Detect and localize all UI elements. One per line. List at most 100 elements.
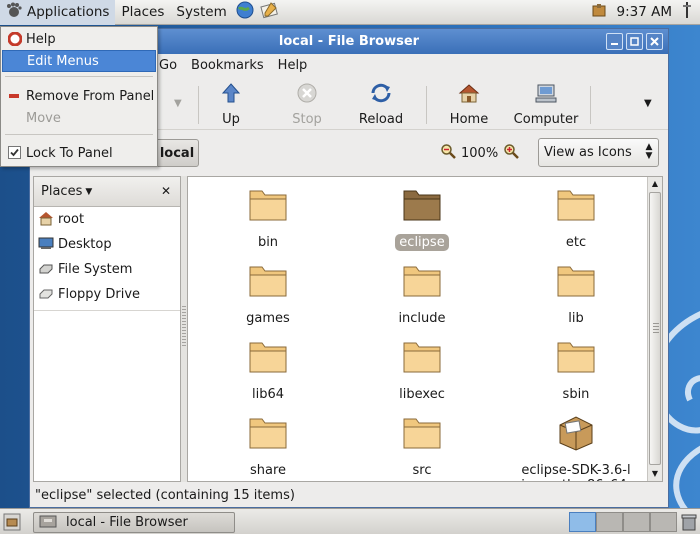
- clock[interactable]: 9:37 AM: [617, 4, 673, 20]
- file-item-src[interactable]: src: [357, 413, 487, 481]
- status-text: "eclipse" selected (containing 15 items): [35, 488, 295, 503]
- menu-separator: [5, 134, 153, 135]
- menu-bookmarks[interactable]: Bookmarks: [184, 58, 271, 73]
- trash-icon[interactable]: [680, 513, 698, 534]
- sidebar-header[interactable]: Places ▼ ✕: [34, 177, 180, 207]
- minimize-button[interactable]: [606, 33, 623, 50]
- file-icon-view: bin eclipse etc games include lib lib64: [187, 176, 663, 482]
- stop-label: Stop: [292, 112, 322, 127]
- close-button[interactable]: [646, 33, 663, 50]
- menu-item-label: Lock To Panel: [26, 145, 113, 161]
- zoom-control: 100%: [440, 143, 520, 163]
- zoom-out-icon[interactable]: [440, 143, 456, 163]
- sidebar-item-desktop[interactable]: Desktop: [34, 232, 180, 257]
- dropdown-arrow-icon: ▼: [85, 186, 93, 197]
- taskbar-button-label: local - File Browser: [66, 515, 188, 530]
- toolbar-overflow-arrow-icon[interactable]: ▼: [644, 98, 652, 109]
- file-item-include[interactable]: include: [357, 261, 487, 337]
- system-menu[interactable]: System: [170, 0, 232, 25]
- file-item-libexec[interactable]: libexec: [357, 337, 487, 413]
- file-item-share[interactable]: share: [203, 413, 333, 481]
- file-cabinet-icon: [38, 513, 58, 533]
- sidebar-item-root[interactable]: root: [34, 207, 180, 232]
- workspace-3[interactable]: [623, 512, 650, 532]
- file-name: share: [249, 463, 287, 478]
- home-button[interactable]: Home: [436, 82, 502, 127]
- sidebar-item-floppy-drive[interactable]: Floppy Drive: [34, 282, 180, 307]
- update-notifier-icon[interactable]: [591, 2, 607, 22]
- file-item-bin[interactable]: bin: [203, 185, 333, 261]
- places-menu[interactable]: Places: [115, 0, 170, 25]
- reload-button[interactable]: Reload: [348, 82, 414, 127]
- view-mode-select[interactable]: View as Icons ▲ ▼: [538, 138, 659, 167]
- scroll-up-arrow-icon[interactable]: ▲: [648, 177, 662, 191]
- floppy-drive-icon: [38, 285, 54, 305]
- menu-item-lock-to-panel[interactable]: Lock To Panel: [2, 142, 156, 164]
- computer-icon: [534, 82, 558, 108]
- checkbox-checked-icon: [8, 146, 21, 163]
- file-name: include: [398, 311, 446, 326]
- up-arrow-icon: [220, 82, 242, 108]
- hard-drive-icon: [38, 260, 54, 280]
- vertical-scrollbar[interactable]: ▲ ▼: [647, 177, 662, 481]
- location-button-local[interactable]: local: [155, 139, 199, 167]
- text-editor-launcher-icon[interactable]: [259, 0, 279, 24]
- menu-item-label: Move: [26, 110, 61, 126]
- updown-arrows-icon: ▲ ▼: [645, 142, 653, 161]
- sidebar-item-label: Desktop: [58, 237, 112, 252]
- maximize-button[interactable]: [626, 33, 643, 50]
- folder-icon: [556, 337, 596, 379]
- file-item-games[interactable]: games: [203, 261, 333, 337]
- scroll-down-arrow-icon[interactable]: ▼: [648, 467, 662, 481]
- applications-menu[interactable]: Applications: [0, 0, 116, 25]
- file-name: sbin: [562, 387, 590, 402]
- computer-button[interactable]: Computer: [510, 82, 582, 127]
- bottom-panel: local - File Browser: [0, 508, 700, 534]
- remove-icon: [8, 89, 20, 107]
- folder-icon: [556, 185, 596, 227]
- power-icon[interactable]: [682, 1, 692, 23]
- file-item-lib[interactable]: lib: [511, 261, 641, 337]
- folder-icon: [248, 261, 288, 303]
- zoom-level[interactable]: 100%: [461, 146, 498, 161]
- menu-item-label: Help: [26, 31, 56, 47]
- computer-label: Computer: [513, 112, 579, 127]
- folder-icon: [402, 413, 442, 455]
- file-name: eclipse-SDK-3.6-linux-gtk-x86_64.tar: [521, 463, 631, 481]
- file-item-lib64[interactable]: lib64: [203, 337, 333, 413]
- taskbar-button-file-browser[interactable]: local - File Browser: [33, 512, 235, 533]
- sidebar-item-file-system[interactable]: File System: [34, 257, 180, 282]
- menu-item-remove-from-panel[interactable]: Remove From Panel: [2, 85, 156, 107]
- zoom-in-icon[interactable]: [503, 143, 520, 163]
- close-sidebar-icon[interactable]: ✕: [161, 184, 171, 198]
- location-button-label: local: [159, 145, 195, 161]
- toolbar-separator: [590, 86, 591, 124]
- workspace-4[interactable]: [650, 512, 677, 532]
- folder-icon: [402, 337, 442, 379]
- history-dropdown-arrow-icon[interactable]: ▼: [174, 98, 182, 109]
- file-item-eclipse-archive[interactable]: eclipse-SDK-3.6-linux-gtk-x86_64.tar: [501, 413, 651, 481]
- menu-item-help[interactable]: Help: [2, 28, 156, 50]
- menu-item-label: Remove From Panel: [26, 88, 155, 104]
- home-label: Home: [449, 112, 489, 127]
- menu-help[interactable]: Help: [271, 58, 315, 73]
- scrollbar-thumb[interactable]: [649, 192, 661, 465]
- file-name: eclipse: [395, 234, 449, 251]
- menu-item-edit-menus[interactable]: Edit Menus: [2, 50, 156, 72]
- desktop-icon: [38, 235, 54, 255]
- file-item-eclipse[interactable]: eclipse: [357, 185, 487, 261]
- workspace-1[interactable]: [569, 512, 596, 532]
- file-name: etc: [565, 235, 587, 250]
- workspace-2[interactable]: [596, 512, 623, 532]
- up-button[interactable]: Up: [198, 82, 264, 127]
- reload-label: Reload: [358, 112, 404, 127]
- folder-icon: [402, 185, 442, 227]
- home-icon: [457, 82, 481, 108]
- show-desktop-icon[interactable]: [3, 513, 21, 534]
- sidebar-item-label: File System: [58, 262, 133, 277]
- system-label: System: [176, 4, 227, 20]
- file-item-sbin[interactable]: sbin: [511, 337, 641, 413]
- sidebar-item-label: root: [58, 212, 85, 227]
- web-browser-launcher-icon[interactable]: [235, 0, 255, 24]
- file-item-etc[interactable]: etc: [511, 185, 641, 261]
